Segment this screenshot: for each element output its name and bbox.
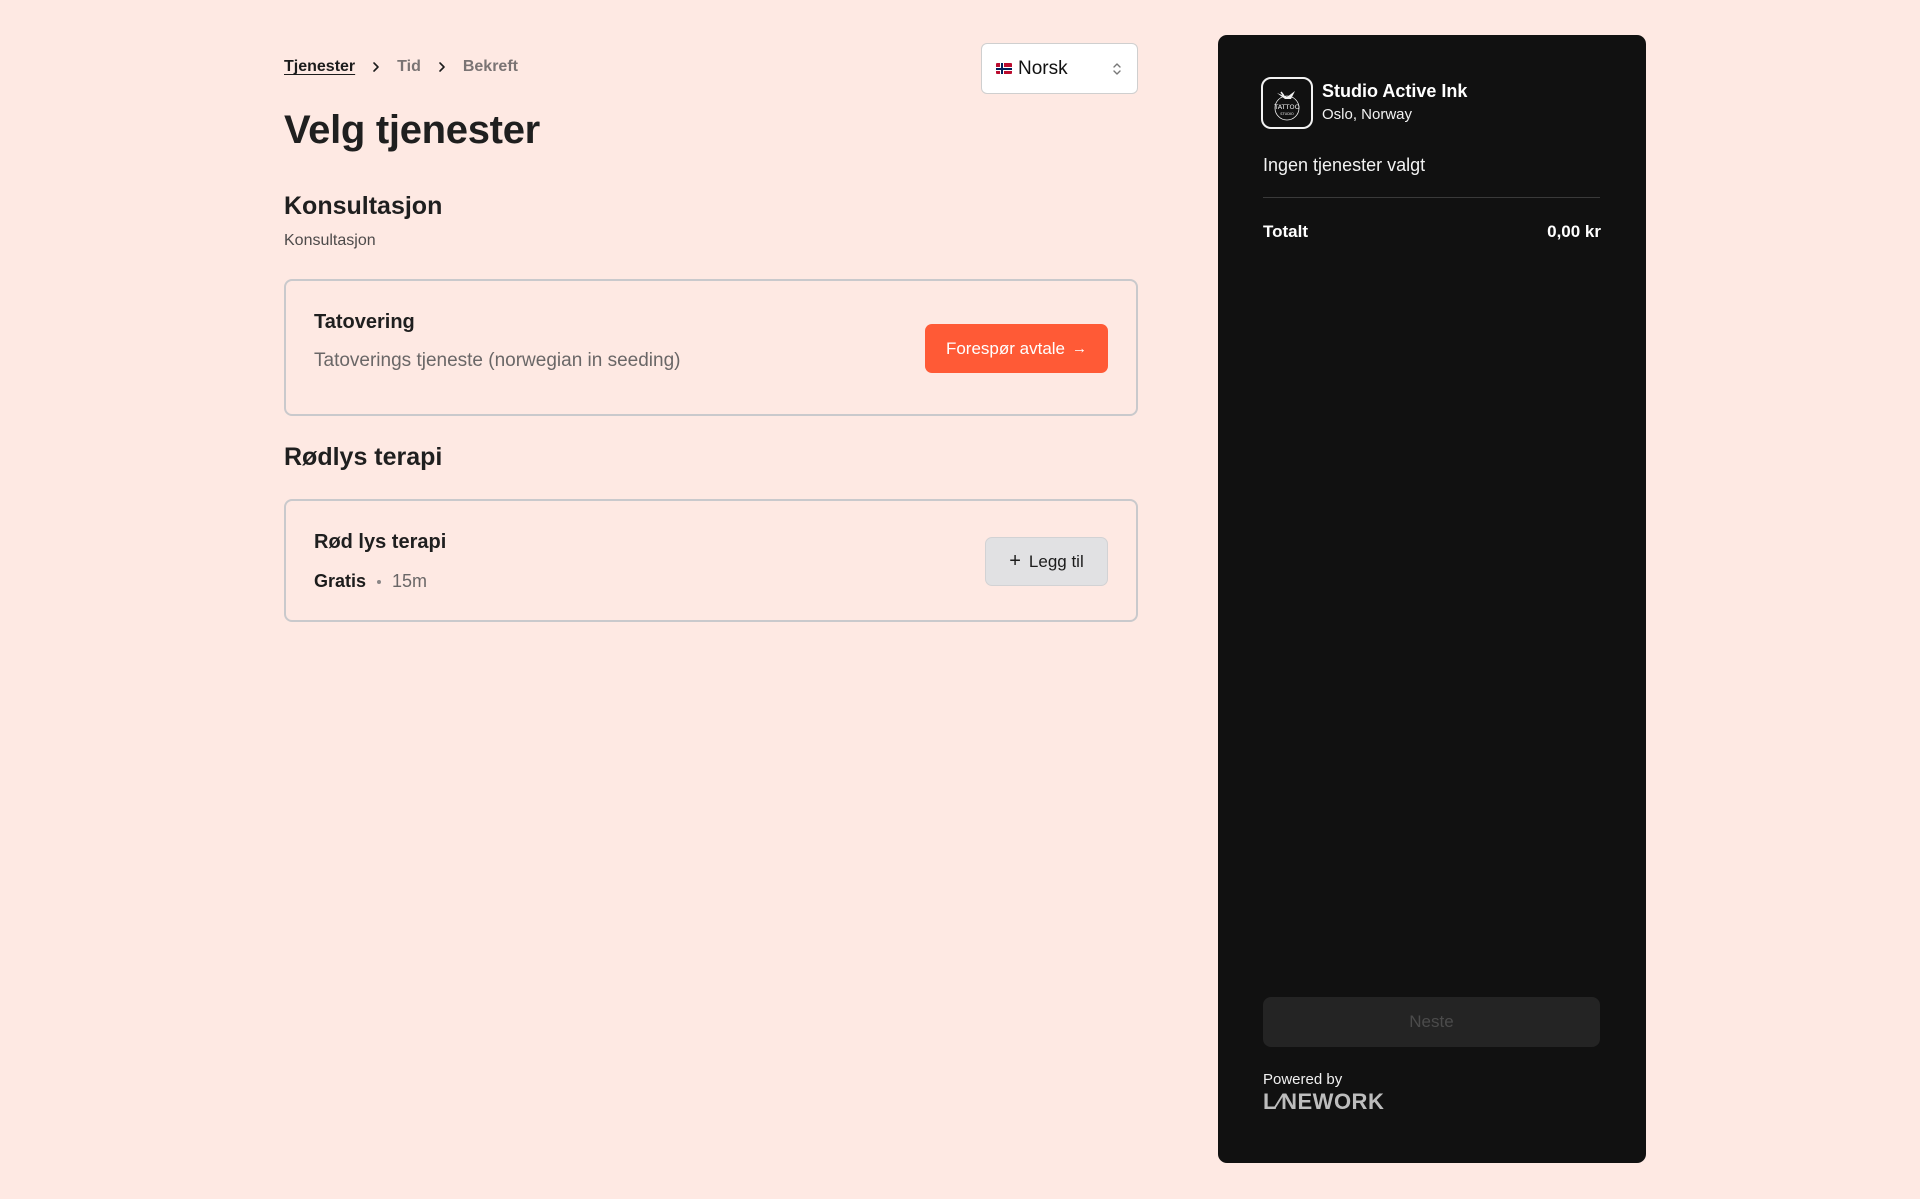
next-button[interactable]: Neste xyxy=(1263,997,1600,1047)
top-bar: Tjenester Tid Bekreft Norsk xyxy=(284,43,1138,94)
chevron-right-icon xyxy=(369,60,383,74)
add-service-button[interactable]: + Legg til xyxy=(985,537,1108,586)
section-title-red-light: Rødlys terapi xyxy=(284,443,443,471)
language-label: Norsk xyxy=(1018,57,1068,79)
chevron-updown-icon xyxy=(1111,60,1123,83)
chevron-right-icon xyxy=(435,60,449,74)
service-duration: 15m xyxy=(392,571,428,591)
service-name: Tatovering xyxy=(314,311,415,333)
request-appointment-label: Forespør avtale xyxy=(945,338,1066,358)
powered-by-text: Powered by xyxy=(1263,1071,1343,1088)
breadcrumb-item-time[interactable]: Tid xyxy=(397,58,421,76)
booking-summary-panel: TATTOO STUDIO Studio Active Ink Oslo, No… xyxy=(1218,35,1646,1163)
service-card-tattoo: Tatovering Tatoverings tjeneste (norwegi… xyxy=(284,279,1138,416)
separator-dot xyxy=(377,579,382,584)
request-appointment-button[interactable]: Forespør avtale → xyxy=(925,324,1108,373)
section-title-consultation: Konsultasjon xyxy=(284,192,443,220)
studio-name: Studio Active Ink xyxy=(1322,81,1468,101)
section-subtitle-consultation: Konsultasjon xyxy=(284,232,376,249)
breadcrumb-item-confirm[interactable]: Bekreft xyxy=(463,58,518,76)
brand-logo: L⁄NEWORK xyxy=(1263,1089,1385,1114)
arrow-right-icon: → xyxy=(1072,340,1088,357)
service-description: Tatoverings tjeneste (norwegian in seedi… xyxy=(314,350,681,371)
total-value: 0,00 kr xyxy=(1547,222,1601,241)
service-price: Gratis xyxy=(314,571,367,591)
norway-flag-icon xyxy=(996,63,1012,74)
language-select[interactable]: Norsk xyxy=(981,43,1138,94)
logo-text: TATTOO xyxy=(1273,103,1299,111)
logo-subtext: STUDIO xyxy=(1280,112,1294,116)
page-title: Velg tjenester xyxy=(284,108,540,152)
add-service-label: Legg til xyxy=(1028,551,1084,571)
total-label: Totalt xyxy=(1263,222,1309,241)
service-meta: Gratis 15m xyxy=(314,571,427,592)
divider xyxy=(1263,197,1600,198)
studio-logo: TATTOO STUDIO xyxy=(1261,77,1313,129)
breadcrumb-item-services[interactable]: Tjenester xyxy=(284,58,355,76)
empty-selection-text: Ingen tjenester valgt xyxy=(1263,155,1426,175)
tattoo-machine-icon: TATTOO STUDIO xyxy=(1273,91,1300,121)
breadcrumb: Tjenester Tid Bekreft xyxy=(284,58,518,76)
studio-location: Oslo, Norway xyxy=(1322,106,1413,123)
service-name: Rød lys terapi xyxy=(314,531,447,553)
plus-icon: + xyxy=(1009,550,1021,572)
service-card-red-light: Rød lys terapi Gratis 15m + Legg til xyxy=(284,499,1138,622)
